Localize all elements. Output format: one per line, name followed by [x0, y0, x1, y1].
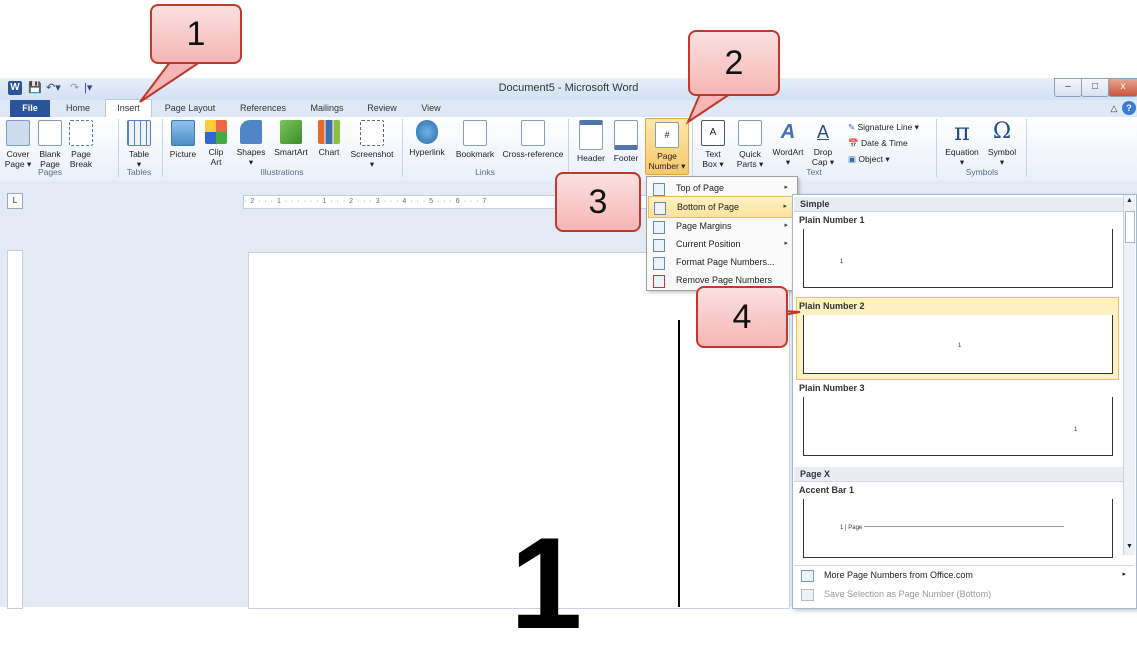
callout-1: 1	[150, 4, 242, 64]
callout-1-pointer	[139, 61, 204, 103]
callout-3: 3	[555, 172, 641, 232]
callout-pointers	[139, 61, 801, 332]
callout-2-pointer	[685, 93, 734, 125]
callout-4: 4	[696, 286, 788, 348]
callout-2: 2	[688, 30, 780, 96]
